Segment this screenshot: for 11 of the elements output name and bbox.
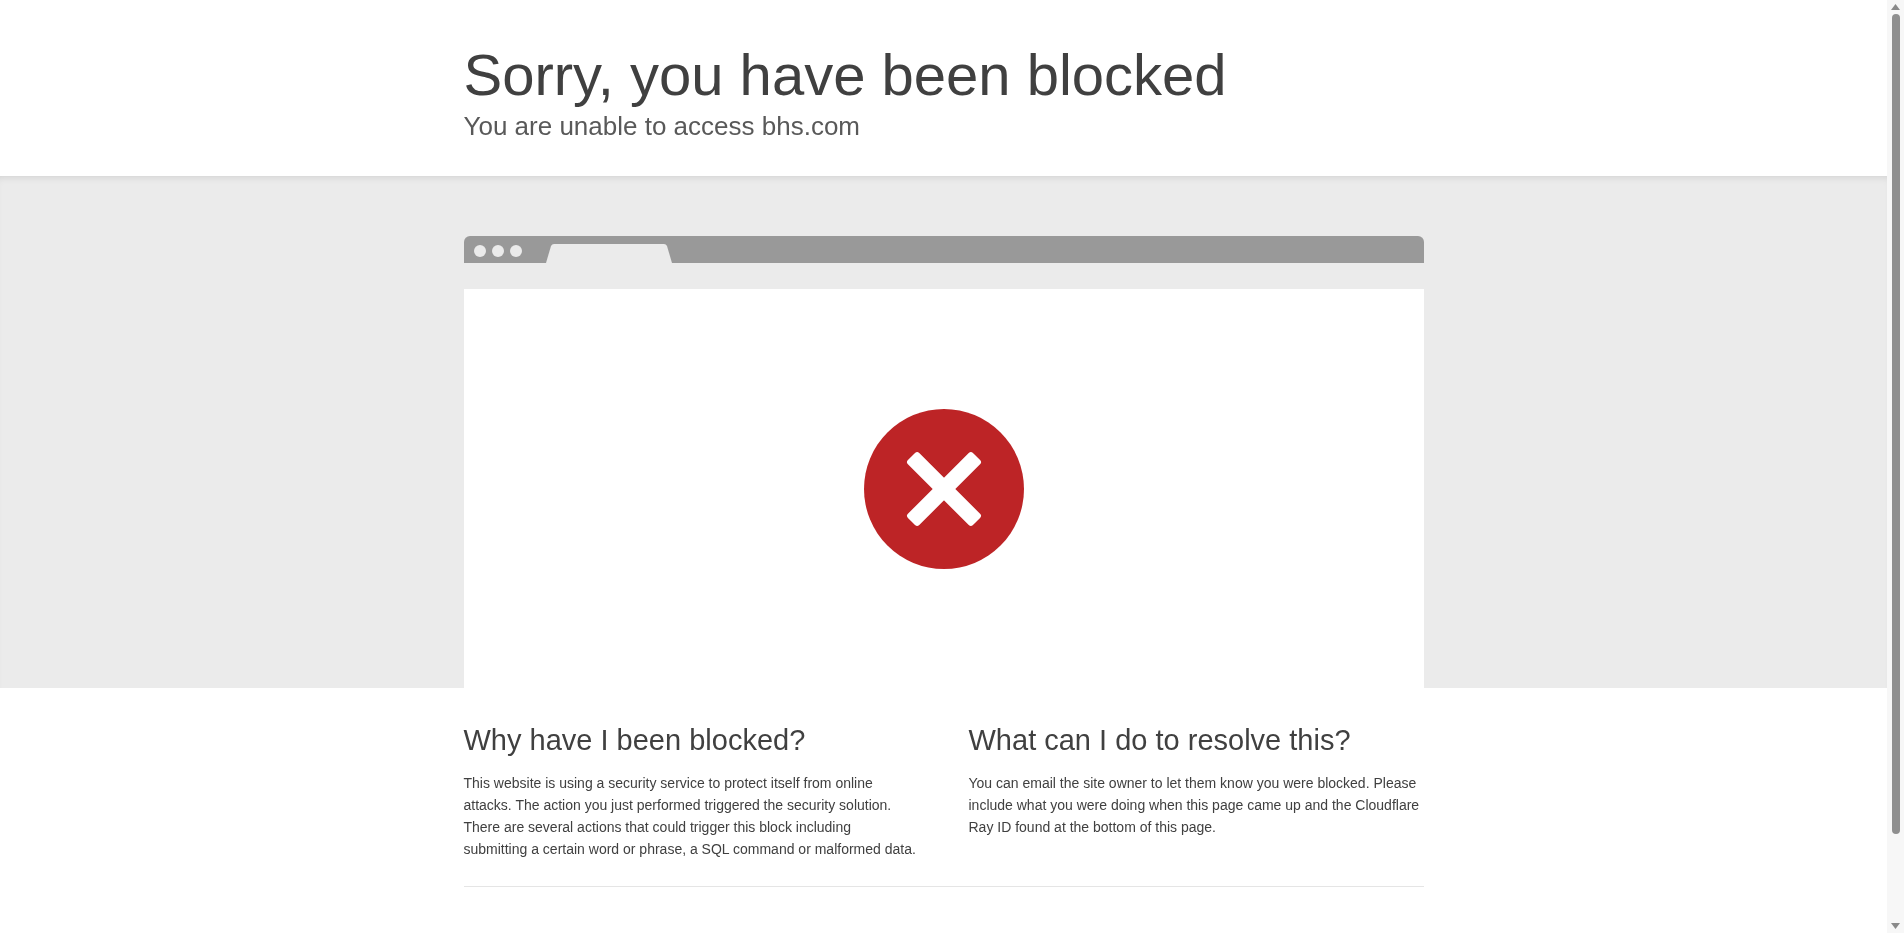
scrollbar-thumb[interactable] (1891, 14, 1900, 834)
scroll-up-icon[interactable] (1891, 4, 1900, 10)
page-title: Sorry, you have been blocked (463, 41, 1228, 109)
scroll-down-icon[interactable] (1891, 923, 1900, 929)
scrollbar[interactable] (1887, 0, 1904, 933)
section-paragraph: You can email the site owner to let them know you were blocked. Please include what you were doing when this page came up and the Cloudflare Ray ID found at the bottom of this page. (968, 774, 1421, 837)
section-paragraph: This website is using a security service to protect itself from online attacks. The action you just performed triggered the security solution. There are several actions that could trigger this block including submitting a certain word or phrase, a SQL command or malformed data. (463, 774, 917, 859)
section-heading: Why have I been blocked? (463, 723, 807, 758)
page-subtitle: You are unable to access bhs.com (463, 110, 861, 142)
error-x-icon (863, 409, 1024, 569)
section-heading: What can I do to resolve this? (968, 723, 1352, 758)
